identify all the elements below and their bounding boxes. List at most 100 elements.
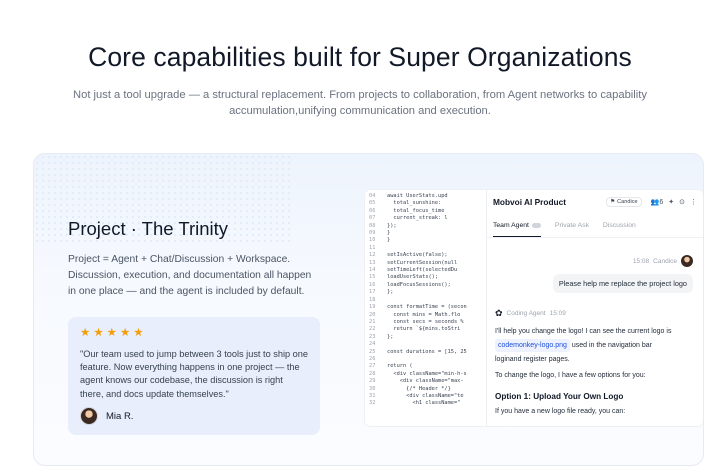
- code-line: 10}: [369, 237, 486, 244]
- code-line: 18: [369, 297, 486, 304]
- code-line: 24: [369, 341, 486, 348]
- code-text: };: [387, 333, 394, 340]
- member-count: 6: [659, 199, 664, 206]
- code-line: 20 const mins = Math.flo: [369, 312, 486, 319]
- member-chip-label: Candice: [617, 199, 638, 205]
- code-line: 23};: [369, 334, 486, 341]
- code-line: 14 setTimeLeft(selectedDu: [369, 267, 486, 274]
- agent-name: Coding Agent: [506, 310, 546, 317]
- line-number: 30: [369, 385, 376, 392]
- user-message-meta: 15:08 Candice: [633, 255, 693, 267]
- code-text: const secs = seconds %: [387, 318, 464, 325]
- code-text: setIsActive(false);: [387, 252, 448, 259]
- option-title: Option 1: Upload Your Own Logo: [495, 392, 624, 401]
- sparkle-icon[interactable]: ✦: [668, 198, 674, 206]
- code-text: <div className="te: [387, 392, 464, 399]
- more-icon[interactable]: ⋮: [690, 198, 697, 206]
- code-line: 16 loadFocusSessions();: [369, 282, 486, 289]
- code-line: 12 setIsActive(false);: [369, 252, 486, 259]
- code-text: };: [387, 289, 394, 296]
- code-text: const formatTime = (secon: [387, 304, 467, 311]
- feature-title: Project · The Trinity: [68, 218, 229, 239]
- code-line: 11: [369, 245, 486, 252]
- line-number: 32: [369, 400, 376, 407]
- line-number: 12: [369, 252, 376, 259]
- reply-text: I'll help you change the logo! I can see…: [495, 328, 672, 335]
- feature-description: Project = Agent + Chat/Discussion + Work…: [68, 254, 312, 297]
- testimonial-author: Mia R.: [80, 407, 133, 425]
- code-line: 08});: [369, 223, 486, 230]
- chat-tabs: Team Agent Private Ask Discussion: [487, 214, 703, 238]
- tab-label: Team Agent: [493, 222, 529, 229]
- rating-stars: ★ ★ ★ ★ ★: [80, 327, 308, 339]
- line-number: 15: [369, 274, 376, 281]
- code-text: current_streak: l: [387, 215, 448, 222]
- history-icon[interactable]: ⊙: [679, 198, 685, 206]
- testimonial-card: ★ ★ ★ ★ ★ "Our team used to jump between…: [68, 317, 320, 435]
- line-number: 22: [369, 326, 376, 333]
- code-text: });: [387, 222, 397, 229]
- line-number: 25: [369, 348, 376, 355]
- avatar: [681, 255, 693, 267]
- code-text: await UserStats.upd: [387, 193, 448, 199]
- line-number: 16: [369, 281, 376, 288]
- flag-icon: ⚑: [610, 199, 616, 205]
- tab-discussion[interactable]: Discussion: [603, 218, 636, 237]
- code-text: return (: [387, 363, 413, 370]
- code-text: {/* Header */}: [387, 385, 451, 392]
- code-text: }: [387, 237, 391, 244]
- line-number: 24: [369, 341, 376, 348]
- tab-private-ask[interactable]: Private Ask: [555, 218, 589, 237]
- option-text: If you have a new logo file ready, you c…: [495, 408, 626, 415]
- code-line: 15 loadUserStats();: [369, 274, 486, 281]
- user-message-name: Candice: [653, 257, 677, 265]
- reply-text: loginand register pages.: [495, 356, 570, 363]
- members-icon[interactable]: 👥6: [651, 198, 664, 206]
- line-number: 09: [369, 230, 376, 237]
- toggle-icon[interactable]: [531, 222, 541, 228]
- code-text: loadUserStats();: [387, 274, 439, 281]
- avatar: [80, 407, 98, 425]
- code-line: 25 const durations = [15, 25: [369, 349, 486, 356]
- line-number: 21: [369, 318, 376, 325]
- code-line: 05 total_sunshine:: [369, 200, 486, 207]
- code-line: 32 <h1 className=": [369, 400, 486, 407]
- code-line: 04 await UserStats.upd: [369, 193, 486, 200]
- code-line: 17};: [369, 289, 486, 296]
- code-text: <div className="max-: [387, 378, 464, 385]
- code-text: <div className="min-h-s: [387, 370, 467, 377]
- line-number: 11: [369, 244, 376, 251]
- code-text: total_sunshine:: [387, 200, 442, 207]
- code-editor-panel: 04 await UserStats.upd 05 total_sunshine: 0…: [364, 189, 486, 427]
- code-line: 06 total_focus_time: [369, 208, 486, 215]
- user-message-time: 15:08: [632, 257, 650, 265]
- member-chip[interactable]: ⚑ Candice: [606, 197, 642, 207]
- code-text: loadFocusSessions();: [387, 281, 451, 288]
- line-number: 14: [369, 267, 376, 274]
- code-line: 22 return `${mins.toStri: [369, 326, 486, 333]
- code-line: 26: [369, 356, 486, 363]
- user-message-bubble: Please help me replace the project logo: [552, 274, 693, 293]
- chat-title: Mobvoi AI Product: [493, 197, 566, 207]
- reply-text: To change the logo, I have a few options…: [495, 372, 646, 379]
- line-number: 10: [369, 237, 376, 244]
- code-line: 09}: [369, 230, 486, 237]
- page-title: Core capabilities built for Super Organi…: [88, 42, 632, 72]
- file-chip[interactable]: codemonkey-logo.png: [495, 339, 570, 352]
- line-number: 19: [369, 304, 376, 311]
- line-number: 28: [369, 370, 376, 377]
- star-icon: ★: [106, 327, 117, 339]
- code-text: total_focus_time: [387, 207, 445, 214]
- code-text: setTimeLeft(selectedDu: [387, 267, 458, 274]
- agent-message-time: 15:09: [549, 310, 566, 317]
- line-number: 05: [369, 200, 376, 207]
- agent-logo-icon: ✿: [495, 308, 503, 318]
- tab-team-agent[interactable]: Team Agent: [493, 218, 541, 237]
- star-icon: ★: [133, 327, 144, 339]
- line-number: 31: [369, 392, 376, 399]
- chat-header: Mobvoi AI Product ⚑ Candice 👥6 ✦ ⊙ ⋮: [487, 190, 703, 214]
- code-line: 21 const secs = seconds %: [369, 319, 486, 326]
- star-icon: ★: [93, 327, 104, 339]
- code-line: 28 <div className="min-h-s: [369, 371, 486, 378]
- code-text: <h1 className=": [387, 400, 461, 407]
